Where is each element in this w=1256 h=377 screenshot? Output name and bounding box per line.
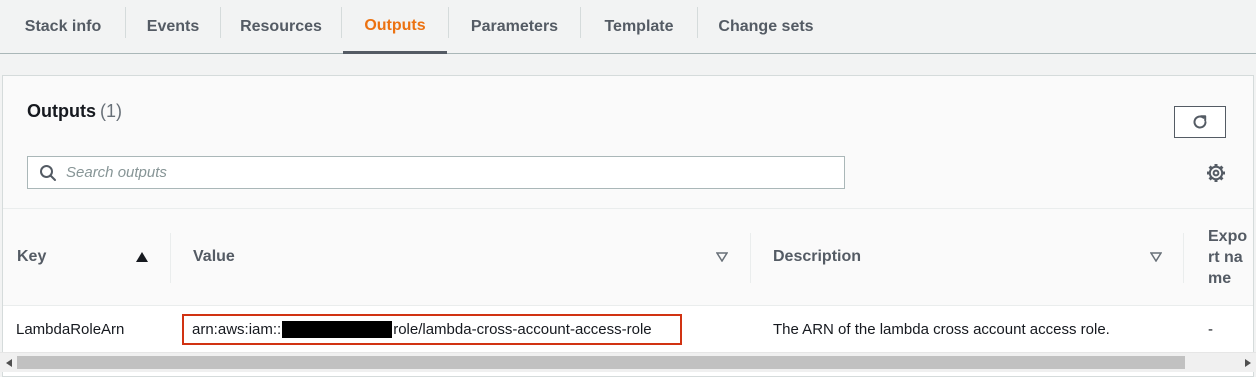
column-header-description[interactable]: Description: [773, 209, 861, 305]
cell-description: The ARN of the lambda cross account acce…: [773, 320, 1110, 338]
panel-title: Outputs (1): [27, 101, 122, 122]
column-header-value[interactable]: Value: [193, 209, 235, 305]
scrollbar-thumb[interactable]: [17, 356, 1185, 369]
search-box: [27, 156, 845, 189]
column-header-export-name[interactable]: Export name: [1208, 226, 1253, 289]
column-header-key[interactable]: Key: [17, 209, 46, 305]
search-input[interactable]: [66, 158, 844, 187]
outputs-panel: Outputs (1) Search outputs Key Value Des…: [2, 75, 1254, 377]
output-count: (1): [100, 101, 122, 121]
tab-bar: Stack info Events Resources Outputs Para…: [0, 0, 1256, 54]
tab-resources[interactable]: Resources: [221, 0, 341, 53]
sort-descending-icon[interactable]: [1150, 252, 1162, 262]
tab-divider: [341, 7, 342, 38]
tab-stack-info[interactable]: Stack info: [0, 0, 126, 53]
highlight-box: [182, 314, 682, 345]
tab-outputs[interactable]: Outputs: [343, 0, 447, 54]
column-divider: [1183, 233, 1184, 283]
cell-key: LambdaRoleArn: [16, 320, 125, 338]
refresh-icon: [1193, 115, 1207, 129]
tab-events[interactable]: Events: [126, 0, 220, 53]
panel-header: Outputs (1): [3, 76, 1253, 209]
column-divider: [170, 233, 171, 283]
cell-export-name: -: [1208, 320, 1213, 338]
search-icon: [39, 164, 57, 182]
tab-change-sets[interactable]: Change sets: [698, 0, 834, 53]
panel-title-text: Outputs: [27, 101, 96, 121]
tab-parameters[interactable]: Parameters: [449, 0, 580, 53]
sort-ascending-icon[interactable]: [136, 252, 148, 262]
scroll-left-icon[interactable]: [0, 353, 17, 372]
sort-descending-icon[interactable]: [716, 252, 728, 262]
refresh-button[interactable]: [1174, 106, 1226, 138]
column-divider: [750, 233, 751, 283]
table-header: Key Value Description: [3, 209, 1253, 306]
horizontal-scrollbar[interactable]: [0, 352, 1256, 372]
tab-template[interactable]: Template: [581, 0, 697, 53]
scroll-right-icon[interactable]: [1239, 353, 1256, 372]
settings-gear-icon[interactable]: [1206, 163, 1226, 183]
